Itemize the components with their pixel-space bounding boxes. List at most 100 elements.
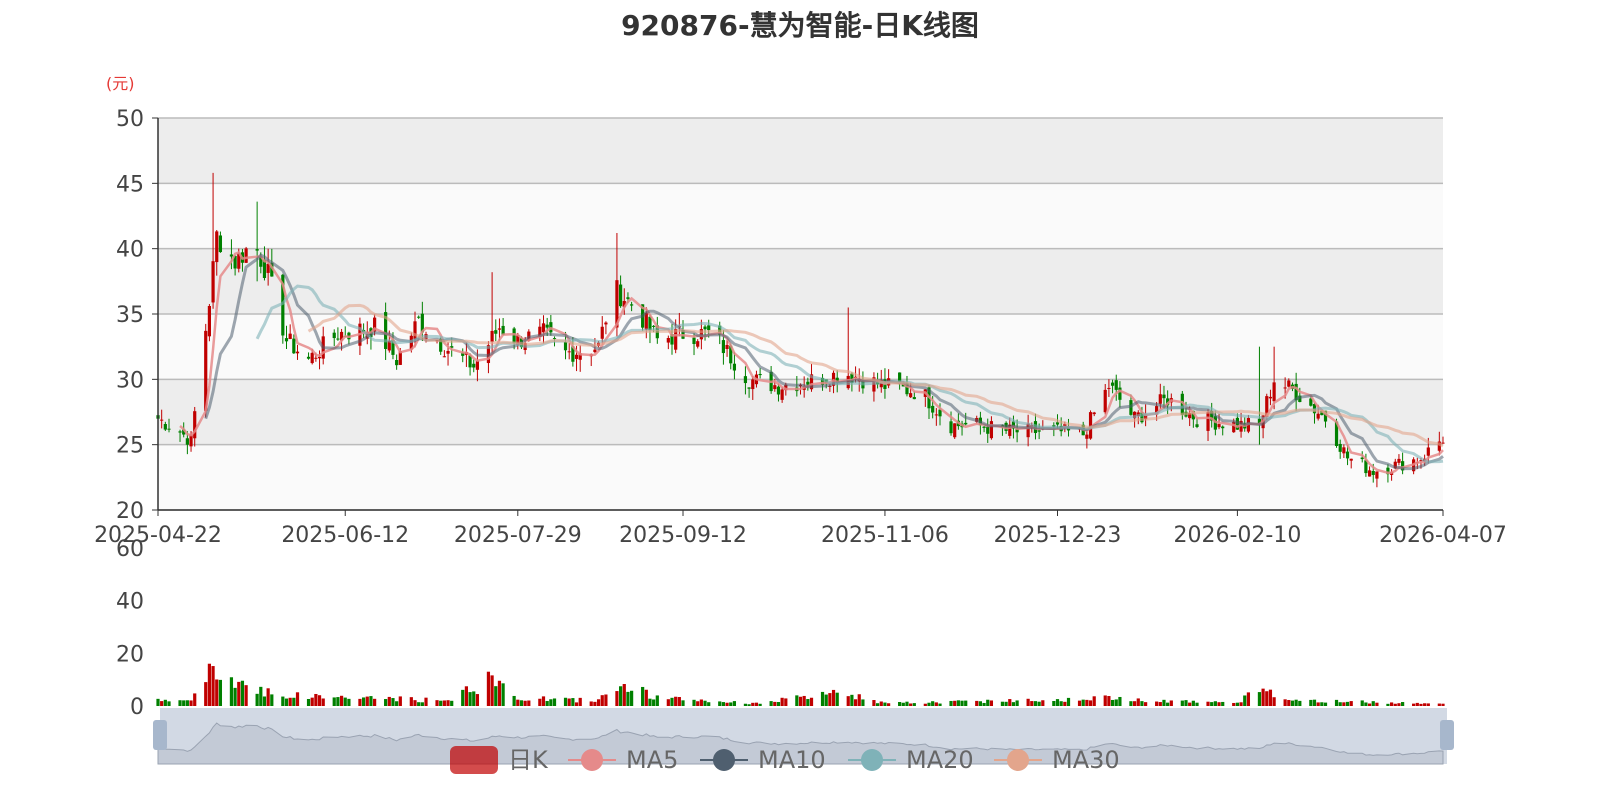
volume-bar <box>670 697 674 706</box>
volume-bar <box>1246 692 1251 706</box>
candle-body <box>295 351 300 354</box>
volume-bar <box>339 695 344 706</box>
volume-bar <box>189 700 193 706</box>
volume-bar <box>1144 702 1148 706</box>
candle-body <box>1162 394 1166 399</box>
volume-bar <box>795 695 799 706</box>
candle-body <box>1103 389 1107 413</box>
candle-body <box>707 325 711 331</box>
volume-bar <box>292 697 296 706</box>
volume-bar <box>391 698 395 706</box>
candle-body <box>692 337 696 345</box>
legend-label: MA10 <box>758 746 826 774</box>
price-tick-label: 40 <box>116 238 144 263</box>
volume-bar <box>295 692 300 706</box>
volume-bar <box>1052 700 1056 706</box>
date-tick-label: 2025-12-23 <box>994 523 1122 548</box>
volume-bar <box>1390 702 1394 706</box>
volume-bar <box>424 697 428 706</box>
candle-body <box>306 356 311 359</box>
volume-bar <box>721 702 725 706</box>
volume-bar <box>1309 699 1313 706</box>
volume-bar <box>563 697 568 706</box>
price-tick-label: 50 <box>116 107 144 132</box>
zoom-handle-left[interactable] <box>153 720 167 750</box>
volume-bar <box>1011 702 1016 706</box>
volume-bar <box>1338 702 1342 706</box>
volume-bar <box>306 698 311 706</box>
grid-band <box>158 444 1443 510</box>
date-tick-label: 2026-04-07 <box>1379 523 1507 548</box>
date-tick-label: 2025-07-29 <box>454 523 582 548</box>
candle-body <box>747 387 751 389</box>
candle-body <box>255 249 259 251</box>
candle-body <box>1206 412 1210 431</box>
volume-bar <box>901 702 905 706</box>
volume-bar <box>178 700 182 706</box>
candle-body <box>912 397 916 400</box>
candle-body <box>604 322 608 325</box>
volume-tick-label: 0 <box>130 695 144 720</box>
volume-bar <box>1426 703 1430 706</box>
volume-bar <box>1015 700 1019 706</box>
volume-bar <box>1217 702 1221 706</box>
volume-bar <box>549 699 553 706</box>
volume-bar <box>596 699 601 706</box>
volume-bar <box>1188 702 1192 706</box>
candle-body <box>1232 421 1236 433</box>
zoom-handle-right[interactable] <box>1440 720 1454 750</box>
candle-body <box>758 373 762 376</box>
volume-bar <box>1107 696 1111 706</box>
volume-bar <box>218 679 223 706</box>
volume-bar <box>472 691 476 706</box>
volume-bar <box>648 698 652 706</box>
volume-bar <box>820 691 825 706</box>
volume-bar <box>1184 700 1188 706</box>
volume-bar <box>655 695 659 706</box>
candle-body <box>1371 470 1375 475</box>
date-tick-label: 2025-09-12 <box>619 523 747 548</box>
volume-bar <box>1323 702 1328 706</box>
candle-body <box>806 381 810 385</box>
date-tick-label: 2025-06-12 <box>281 523 409 548</box>
volume-bar <box>912 703 916 706</box>
volume-bar <box>552 698 557 706</box>
volume-bar <box>358 698 362 706</box>
volume-bar <box>384 699 388 706</box>
volume-bar <box>1008 699 1012 706</box>
candle-body <box>1085 434 1089 439</box>
candle-body <box>1268 396 1273 399</box>
volume-bar <box>1210 702 1214 706</box>
volume-bar <box>1283 699 1287 706</box>
volume-bar <box>626 691 630 706</box>
candle-body <box>207 306 211 337</box>
volume-bar <box>1239 702 1243 706</box>
candle-body <box>163 424 167 430</box>
volume-bar <box>1033 701 1038 706</box>
volume-bar <box>853 699 858 706</box>
volume-bar <box>1272 697 1276 706</box>
volume-bar <box>802 695 806 706</box>
legend-label: MA20 <box>906 746 974 774</box>
volume-bar <box>519 700 524 706</box>
volume-bar <box>615 691 619 706</box>
volume-bar <box>1129 701 1133 706</box>
candle-body <box>725 344 729 349</box>
volume-bar <box>809 697 814 706</box>
candle-body <box>314 357 318 359</box>
volume-bar <box>931 701 935 706</box>
candle-body <box>934 414 938 416</box>
volume-bar <box>1041 700 1045 706</box>
candle-body <box>1217 424 1221 428</box>
volume-bar <box>1423 703 1427 706</box>
volume-bar <box>927 702 931 706</box>
candle-body <box>780 389 784 400</box>
volume-bar <box>953 700 957 706</box>
candle-body <box>490 330 494 342</box>
candle-body <box>310 352 314 364</box>
legend-dot-icon <box>1007 749 1029 771</box>
candle-body <box>909 393 913 398</box>
volume-bar <box>732 701 737 706</box>
volume-bar <box>846 696 850 706</box>
volume-bar <box>729 702 733 706</box>
